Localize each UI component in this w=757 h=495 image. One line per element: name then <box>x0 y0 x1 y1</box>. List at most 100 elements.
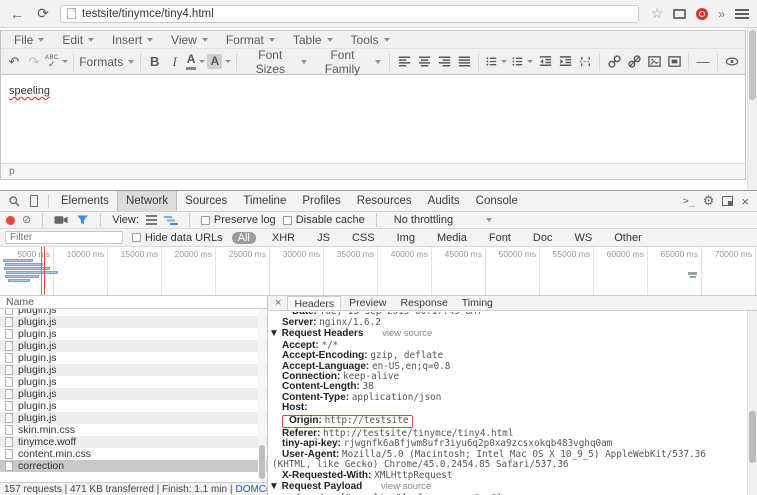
devtools-tab[interactable]: Console <box>468 191 526 211</box>
editor-menu-item[interactable]: Insert <box>105 33 160 47</box>
close-details-icon[interactable]: × <box>271 297 285 309</box>
misspelled-word[interactable]: speeling <box>9 85 50 97</box>
resource-type-filter[interactable]: XHR <box>266 232 301 244</box>
back-icon[interactable]: ← <box>8 6 26 22</box>
details-scrollbar[interactable] <box>747 311 757 495</box>
details-tab[interactable]: Headers <box>287 296 341 310</box>
network-overview[interactable]: 5000 ms 10000 ms 15000 ms 20000 ms 25000… <box>0 247 757 296</box>
outdent-button[interactable] <box>535 51 555 73</box>
request-row[interactable]: plugin.js <box>0 309 267 316</box>
resource-type-filter[interactable]: Media <box>431 232 473 244</box>
editor-content-area[interactable]: speeling <box>1 75 745 163</box>
disable-cache-option[interactable]: Disable cache <box>283 214 365 226</box>
background-color-button[interactable]: A <box>207 51 233 73</box>
scrollbar-thumb[interactable] <box>749 411 756 463</box>
header-row[interactable]: Server: nginx/1.6.2 <box>268 318 747 328</box>
request-row[interactable]: tinymce.woff <box>0 436 267 448</box>
preserve-log-checkbox[interactable] <box>201 216 210 225</box>
request-row[interactable]: content.min.css <box>0 448 267 460</box>
resource-type-filter[interactable]: Other <box>608 232 648 244</box>
request-row[interactable]: skin.min.css <box>0 424 267 436</box>
header-row[interactable]: Host: <box>268 403 747 413</box>
extension-record-icon[interactable] <box>696 8 708 20</box>
gear-icon[interactable]: ⚙ <box>703 193 715 209</box>
scrollbar-thumb[interactable] <box>259 445 265 479</box>
insert-image-button[interactable] <box>644 51 664 73</box>
resource-type-filter[interactable]: CSS <box>346 232 381 244</box>
devtools-tab[interactable]: Network <box>117 191 177 211</box>
request-row[interactable]: plugin.js <box>0 400 267 412</box>
filter-funnel-icon[interactable] <box>76 214 89 226</box>
header-row[interactable]: ▼ Request Payload view source <box>268 482 747 492</box>
devtools-tab[interactable]: Timeline <box>235 191 294 211</box>
request-row[interactable]: plugin.js <box>0 352 267 364</box>
view-list-icon[interactable] <box>146 215 157 225</box>
cast-icon[interactable] <box>673 9 686 19</box>
hide-data-urls-checkbox[interactable] <box>132 233 141 242</box>
request-row[interactable]: plugin.js <box>0 388 267 400</box>
devtools-tab[interactable]: Audits <box>420 191 468 211</box>
throttling-dropdown[interactable]: No throttling <box>388 214 492 226</box>
formats-dropdown[interactable]: Formats <box>78 51 136 73</box>
bullet-list-button[interactable] <box>483 51 509 73</box>
resource-type-filter[interactable]: WS <box>568 232 598 244</box>
view-waterfall-icon[interactable] <box>164 215 178 226</box>
insert-link-button[interactable] <box>604 51 624 73</box>
requests-scrollbar[interactable] <box>258 310 266 481</box>
header-row[interactable]: X-Requested-With: XMLHttpRequest <box>268 471 747 481</box>
inspect-search-button[interactable] <box>4 192 24 210</box>
page-break-button[interactable] <box>575 51 595 73</box>
editor-menu-item[interactable]: File <box>7 33 51 47</box>
align-center-button[interactable] <box>414 51 434 73</box>
header-row[interactable]: User-Agent: Mozilla/5.0 (Macintosh; Inte… <box>268 450 747 471</box>
devtools-tab[interactable]: Elements <box>53 191 117 211</box>
remove-link-button[interactable] <box>624 51 644 73</box>
address-bar[interactable]: testsite/tinymce/tiny4.html <box>60 5 639 23</box>
resource-type-filter[interactable]: Font <box>483 232 517 244</box>
resource-type-filter[interactable]: Img <box>391 232 421 244</box>
overflow-chevron-icon[interactable]: » <box>718 7 725 21</box>
preserve-log-option[interactable]: Preserve log <box>201 214 276 226</box>
request-row[interactable]: plugin.js <box>0 340 267 352</box>
resource-type-filter[interactable]: Doc <box>527 232 559 244</box>
insert-media-button[interactable] <box>664 51 684 73</box>
align-left-button[interactable] <box>394 51 414 73</box>
dock-side-icon[interactable] <box>722 196 733 206</box>
italic-button[interactable]: I <box>165 51 185 73</box>
hide-data-urls-option[interactable]: Hide data URLs <box>132 232 223 244</box>
name-column-header[interactable]: Name <box>0 296 267 309</box>
device-toolbar-button[interactable] <box>24 192 44 210</box>
request-row[interactable]: correction <box>0 460 267 472</box>
horizontal-rule-button[interactable]: — <box>693 51 713 73</box>
request-row[interactable]: plugin.js <box>0 328 267 340</box>
spellcheck-button[interactable]: ABC ✓ <box>44 51 69 73</box>
undo-button[interactable]: ↶ <box>4 51 24 73</box>
devtools-tab[interactable]: Resources <box>349 191 420 211</box>
text-color-button[interactable]: A <box>185 51 207 73</box>
details-tab[interactable]: Preview <box>343 296 392 310</box>
clear-icon[interactable]: ⊘ <box>22 215 31 226</box>
devtools-tab[interactable]: Profiles <box>294 191 348 211</box>
editor-menu-item[interactable]: Table <box>286 33 340 47</box>
align-right-button[interactable] <box>434 51 454 73</box>
request-row[interactable]: plugin.js <box>0 316 267 328</box>
request-row[interactable]: plugin.js <box>0 412 267 424</box>
close-icon[interactable]: × <box>741 194 749 209</box>
filter-input[interactable] <box>5 231 123 244</box>
justify-button[interactable] <box>454 51 474 73</box>
disable-cache-checkbox[interactable] <box>283 216 292 225</box>
editor-menu-item[interactable]: Tools <box>344 33 397 47</box>
font-sizes-dropdown[interactable]: Font Sizes <box>241 51 310 73</box>
indent-button[interactable] <box>555 51 575 73</box>
element-path[interactable]: p <box>9 165 15 177</box>
page-scrollbar[interactable] <box>747 28 757 190</box>
request-row[interactable]: plugin.js <box>0 364 267 376</box>
bold-button[interactable]: B <box>145 51 165 73</box>
resource-type-filter[interactable]: All <box>232 232 256 244</box>
font-family-dropdown[interactable]: Font Family <box>311 51 386 73</box>
record-button[interactable] <box>6 216 15 225</box>
scrollbar-thumb[interactable] <box>749 30 756 100</box>
editor-menu-item[interactable]: Format <box>219 33 282 47</box>
numbered-list-button[interactable] <box>509 51 535 73</box>
chrome-menu-icon[interactable] <box>735 9 749 19</box>
